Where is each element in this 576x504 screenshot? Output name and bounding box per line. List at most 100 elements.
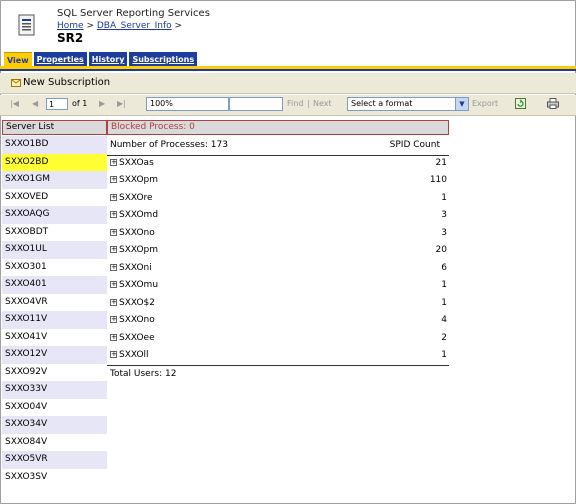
expand-icon[interactable]: + <box>110 298 117 306</box>
process-name: SXXOas <box>119 157 154 168</box>
expand-icon[interactable]: + <box>110 333 117 341</box>
subscription-bar: New Subscription <box>0 73 576 94</box>
server-list-item[interactable]: SXXO12V <box>2 346 107 364</box>
breadcrumb-separator: > <box>83 21 97 31</box>
previous-page-icon[interactable]: ◀ <box>32 99 38 108</box>
process-name: SXXOpm <box>119 245 159 255</box>
process-name-cell: + SXXOee <box>110 330 155 348</box>
refresh-icon[interactable] <box>515 98 526 109</box>
new-subscription-button[interactable]: New Subscription <box>23 77 110 88</box>
server-list-item[interactable]: SXXOAQG <box>2 206 107 224</box>
report-icon <box>17 14 37 38</box>
tab-history[interactable]: History <box>88 52 128 66</box>
zoom-value: 100% <box>150 99 173 108</box>
expand-icon[interactable]: + <box>110 176 117 183</box>
expand-icon[interactable]: + <box>110 246 117 253</box>
spid-count-cell: 2 <box>441 332 447 343</box>
server-list-item[interactable]: SXXO3SV <box>2 469 107 487</box>
server-list-item[interactable]: SXXOBDT <box>2 224 107 242</box>
server-list-item[interactable]: SXXO1UL <box>2 241 107 259</box>
process-name-cell: + SXXOni <box>110 260 152 278</box>
server-list-item[interactable]: SXXO401 <box>2 276 107 294</box>
process-name-cell: + SXXO$2 <box>110 295 155 313</box>
process-name-cell: + SXXOmu <box>110 277 158 295</box>
find-text-input[interactable] <box>229 97 283 111</box>
server-list-item[interactable]: SXXO11V <box>2 311 107 329</box>
server-list-item[interactable]: SXXO41V <box>2 329 107 347</box>
server-list-item[interactable]: SXXO1BD <box>2 136 107 154</box>
server-list-item[interactable]: SXXO4VR <box>2 294 107 312</box>
server-list-item[interactable]: SXXO92V <box>2 364 107 382</box>
process-name-cell: + SXXOas <box>110 155 154 173</box>
process-name: SXXOno <box>119 227 155 238</box>
server-list-header: Server List <box>2 120 107 135</box>
spid-count-cell: 1 <box>441 297 447 308</box>
find-link[interactable]: Find <box>287 99 303 108</box>
expand-icon[interactable]: + <box>110 228 117 236</box>
process-name-cell: + SXXOpm <box>110 242 158 260</box>
spid-count-cell: 1 <box>441 192 447 203</box>
spid-count-cell: 20 <box>435 245 447 255</box>
server-list-item[interactable]: SXXO5VR <box>2 451 107 469</box>
chevron-down-icon[interactable]: ▼ <box>455 98 468 110</box>
process-name-cell: + SXXOre <box>110 190 153 208</box>
expand-icon[interactable]: + <box>110 316 117 323</box>
process-row: + SXXO$2 1 <box>107 295 449 313</box>
expand-icon[interactable]: + <box>110 263 117 271</box>
breadcrumb-separator: > <box>171 21 183 31</box>
spid-count-cell: 1 <box>441 280 447 290</box>
breadcrumb-folder-link[interactable]: DBA_Server_Info <box>97 21 172 31</box>
report-toolbar: |◀ ◀ 1 of 1 ▶ ▶| 100% ▼ Find | Next Sele… <box>0 95 576 116</box>
tab-view[interactable]: View <box>4 52 32 67</box>
tab-bar: View Properties History Subscriptions <box>4 52 198 67</box>
first-page-icon[interactable]: |◀ <box>10 99 19 108</box>
server-list-item[interactable]: SXXO34V <box>2 416 107 434</box>
spid-count-cell: 4 <box>441 315 447 325</box>
process-name: SXXOni <box>119 262 152 273</box>
spid-count-cell: 110 <box>429 175 447 185</box>
server-list-item[interactable]: SXXO301 <box>2 259 107 277</box>
page-count-label: of 1 <box>72 99 88 108</box>
export-link[interactable]: Export <box>472 99 498 108</box>
breadcrumb-home-link[interactable]: Home <box>57 21 84 31</box>
tab-properties[interactable]: Properties <box>33 52 87 66</box>
process-row: + SXXOee 2 <box>107 330 449 348</box>
server-list-item[interactable]: SXXO33V <box>2 381 107 399</box>
process-name: SXXOpm <box>119 175 159 185</box>
process-row: + SXXOpm 110 <box>107 172 449 190</box>
expand-icon[interactable]: + <box>110 211 117 218</box>
next-link[interactable]: Next <box>313 99 332 108</box>
spid-count-cell: 6 <box>441 262 447 273</box>
tab-subscriptions[interactable]: Subscriptions <box>129 52 198 66</box>
expand-icon[interactable]: + <box>110 281 117 288</box>
process-row: + SXXOmd 3 <box>107 207 449 225</box>
server-list-item[interactable]: SXXO1GM <box>2 171 107 189</box>
process-name-cell: + SXXOno <box>110 225 155 243</box>
next-page-icon[interactable]: ▶ <box>99 99 105 108</box>
total-users-row: Total Users: 12 <box>107 366 449 384</box>
tab-underline-blue <box>0 69 576 71</box>
server-list-item[interactable]: SXXO2BD <box>2 153 107 171</box>
spid-count-cell: 3 <box>441 227 447 238</box>
process-name: SXXOmd <box>119 210 159 220</box>
expand-icon[interactable]: + <box>110 351 117 358</box>
new-subscription-icon[interactable] <box>11 78 21 87</box>
page-number-input[interactable]: 1 <box>46 98 68 110</box>
process-row: + SXXOni 6 <box>107 260 449 278</box>
process-name: SXXO$2 <box>119 297 156 308</box>
export-format-select[interactable]: Select a format ▼ <box>347 97 469 111</box>
spid-count-cell: 1 <box>441 350 447 360</box>
server-list-item[interactable]: SXXO84V <box>2 434 107 452</box>
last-page-icon[interactable]: ▶| <box>117 99 126 108</box>
expand-icon[interactable]: + <box>110 158 117 166</box>
server-list-item[interactable]: SXXO04V <box>2 399 107 417</box>
print-icon[interactable] <box>547 98 559 109</box>
total-users-label: Total Users: 12 <box>110 369 177 379</box>
zoom-select[interactable]: 100% ▼ <box>146 97 242 111</box>
server-list-item[interactable]: SXXOVED <box>2 189 107 207</box>
find-separator: | <box>307 99 310 108</box>
process-name-cell: + SXXOll <box>110 347 149 365</box>
process-name-cell: + SXXOno <box>110 312 155 330</box>
expand-icon[interactable]: + <box>110 193 117 201</box>
process-row: + SXXOpm 20 <box>107 242 449 260</box>
